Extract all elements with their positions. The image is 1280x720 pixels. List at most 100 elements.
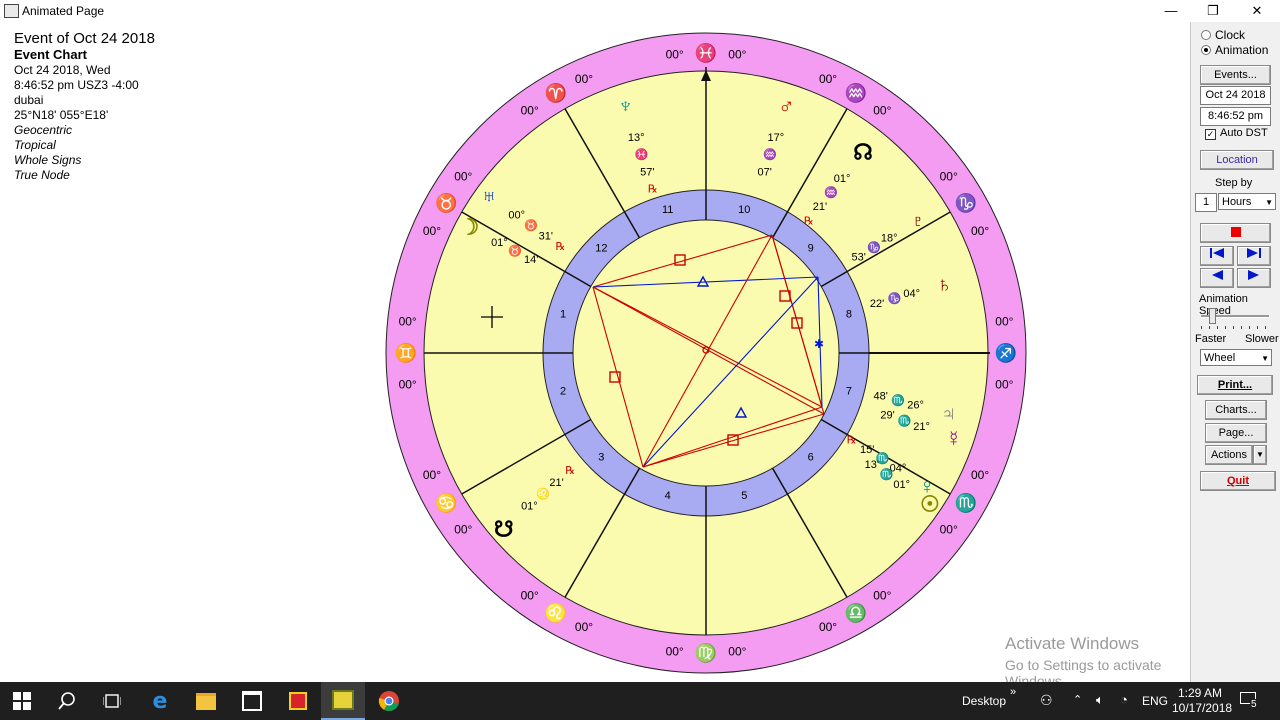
- restore-button[interactable]: ❐: [1190, 0, 1236, 22]
- sign-cusp-degree-label: 00°: [873, 589, 891, 603]
- page-button[interactable]: Page...: [1205, 423, 1267, 443]
- clock-time: 1:29 AM: [1177, 686, 1223, 700]
- planet-uranus-icon: ♅: [481, 183, 498, 208]
- planet-mercury-degree: 21°: [913, 421, 930, 433]
- chart-wheel[interactable]: 00° 00° ♓ 10 00° 00° ♒ 9 00° 00° ♑ 8 00° 00° ♐ 7 00° 00° ♏…: [0, 22, 1190, 682]
- house-number-9: 9: [808, 242, 814, 254]
- print-button[interactable]: Print...: [1197, 375, 1273, 395]
- task-view-icon: [103, 694, 121, 708]
- radio-off-icon: [1201, 30, 1211, 40]
- people-icon[interactable]: ⚇: [1040, 692, 1053, 709]
- taskbar-edge[interactable]: e: [138, 682, 182, 720]
- taskbar-explorer[interactable]: [184, 682, 228, 720]
- events-button[interactable]: Events...: [1200, 65, 1271, 85]
- step-back-button[interactable]: [1200, 268, 1234, 288]
- charts-button[interactable]: Charts...: [1205, 400, 1267, 420]
- clock-date: 10/17/2018: [1172, 701, 1233, 715]
- planet-venus-retrograde-icon: ℞: [847, 435, 857, 447]
- planet-saturn-icon: ♄: [936, 272, 953, 297]
- taskbar-gift-app[interactable]: [276, 682, 320, 720]
- network-icon[interactable]: ◔: [1120, 692, 1128, 707]
- search-button[interactable]: [45, 682, 89, 720]
- quit-button[interactable]: Quit: [1200, 471, 1276, 491]
- stop-button[interactable]: [1200, 223, 1271, 243]
- sign-cusp-degree-label: 00°: [454, 170, 472, 184]
- taskbar-store[interactable]: [230, 682, 274, 720]
- sign-aquarius-icon: ♒: [845, 82, 867, 103]
- close-button[interactable]: ✕: [1234, 0, 1280, 22]
- animation-speed-slider[interactable]: [1199, 306, 1273, 332]
- sign-cusp-degree-label: 00°: [454, 522, 472, 536]
- sign-cusp-degree-label: 00°: [971, 468, 989, 482]
- planet-sun-sign-icon: ♏: [880, 468, 894, 481]
- house-number-3: 3: [598, 452, 604, 464]
- location-button[interactable]: Location: [1200, 150, 1274, 170]
- taskbar-astrology-app[interactable]: [321, 682, 365, 720]
- clock-radio[interactable]: Clock: [1201, 28, 1245, 42]
- planet-neptune-icon: ♆: [617, 93, 634, 118]
- planet-jupiter-sign-icon: ♏: [891, 394, 905, 407]
- start-button[interactable]: [0, 682, 44, 720]
- planet-mercury-minutes: 29': [880, 410, 894, 422]
- title-bar: Animated Page — ❐ ✕: [0, 0, 1280, 22]
- language-indicator[interactable]: ENG: [1142, 694, 1168, 708]
- task-view-button[interactable]: [90, 682, 134, 720]
- slider-thumb[interactable]: [1209, 308, 1216, 324]
- house-number-6: 6: [808, 452, 814, 464]
- animation-radio[interactable]: Animation: [1201, 43, 1268, 57]
- sign-cusp-degree-label: 00°: [995, 377, 1013, 391]
- auto-dst-checkbox[interactable]: ✓ Auto DST: [1205, 127, 1268, 140]
- planet-neptune-sign-icon: ♓: [635, 148, 649, 161]
- house-number-5: 5: [741, 490, 747, 502]
- clock[interactable]: 1:29 AM 10/17/2018: [1172, 686, 1233, 716]
- planet-sun-minutes: 13': [865, 459, 879, 471]
- taskbar-chrome[interactable]: [367, 682, 411, 720]
- step-unit-value: Hours: [1222, 196, 1252, 208]
- radio-on-icon: [1201, 45, 1211, 55]
- date-field[interactable]: Oct 24 2018: [1200, 86, 1271, 105]
- planet-north-node-icon: ☊: [853, 140, 873, 165]
- desktop-toolbar[interactable]: Desktop: [962, 694, 1006, 708]
- planet-pluto-degree: 18°: [881, 233, 898, 245]
- planet-mars-sign-icon: ♒: [763, 148, 777, 161]
- step-unit-select[interactable]: Hours ▼: [1218, 193, 1276, 210]
- sign-cusp-degree-label: 00°: [819, 620, 837, 634]
- planet-sun-degree: 01°: [893, 479, 910, 491]
- sign-cusp-degree-label: 00°: [399, 315, 417, 329]
- sign-cusp-degree-label: 00°: [399, 377, 417, 391]
- minimize-button[interactable]: —: [1148, 0, 1194, 22]
- sign-cusp-degree-label: 00°: [819, 72, 837, 86]
- sign-cusp-degree-label: 00°: [873, 103, 891, 117]
- sign-cusp-degree-label: 00°: [728, 644, 746, 658]
- house-number-11: 11: [662, 204, 673, 216]
- window-title: Animated Page: [22, 4, 105, 18]
- last-frame-button[interactable]: [1237, 246, 1271, 266]
- planet-mars-degree: 17°: [768, 132, 785, 144]
- planet-north-node-degree: 01°: [834, 173, 851, 185]
- toolbar-expand-icon[interactable]: »: [1010, 686, 1016, 698]
- sign-cusp-degree-label: 00°: [423, 468, 441, 482]
- time-field[interactable]: 8:46:52 pm: [1200, 107, 1271, 126]
- house-number-7: 7: [846, 385, 852, 397]
- planet-neptune-retrograde-icon: ℞: [648, 183, 658, 195]
- first-frame-button[interactable]: [1200, 246, 1234, 266]
- display-mode-select[interactable]: Wheel ▼: [1200, 349, 1272, 366]
- sign-libra-icon: ♎: [845, 602, 867, 623]
- tray-chevron-up-icon[interactable]: ⌃: [1073, 693, 1082, 706]
- house-number-4: 4: [665, 490, 671, 502]
- actions-button[interactable]: Actions: [1205, 445, 1253, 465]
- step-forward-button[interactable]: [1237, 268, 1271, 288]
- action-center-button[interactable]: 5: [1238, 690, 1262, 712]
- sign-scorpio-icon: ♏: [955, 492, 977, 513]
- volume-icon[interactable]: 🔈︎: [1096, 692, 1104, 708]
- notification-count: 5: [1250, 699, 1258, 710]
- planet-moon-icon: ☽: [460, 215, 480, 240]
- house-number-8: 8: [846, 309, 852, 321]
- step-value-field[interactable]: 1: [1195, 193, 1217, 212]
- actions-dropdown-button[interactable]: ▼: [1253, 445, 1267, 465]
- planet-south-node-icon: ☋: [494, 516, 514, 541]
- sign-cusp-degree-label: 00°: [521, 589, 539, 603]
- activate-windows-watermark: Activate Windows Go to Settings to activ…: [1005, 634, 1190, 689]
- planet-jupiter-minutes: 48': [873, 391, 887, 403]
- checkbox-checked-icon: ✓: [1205, 129, 1216, 140]
